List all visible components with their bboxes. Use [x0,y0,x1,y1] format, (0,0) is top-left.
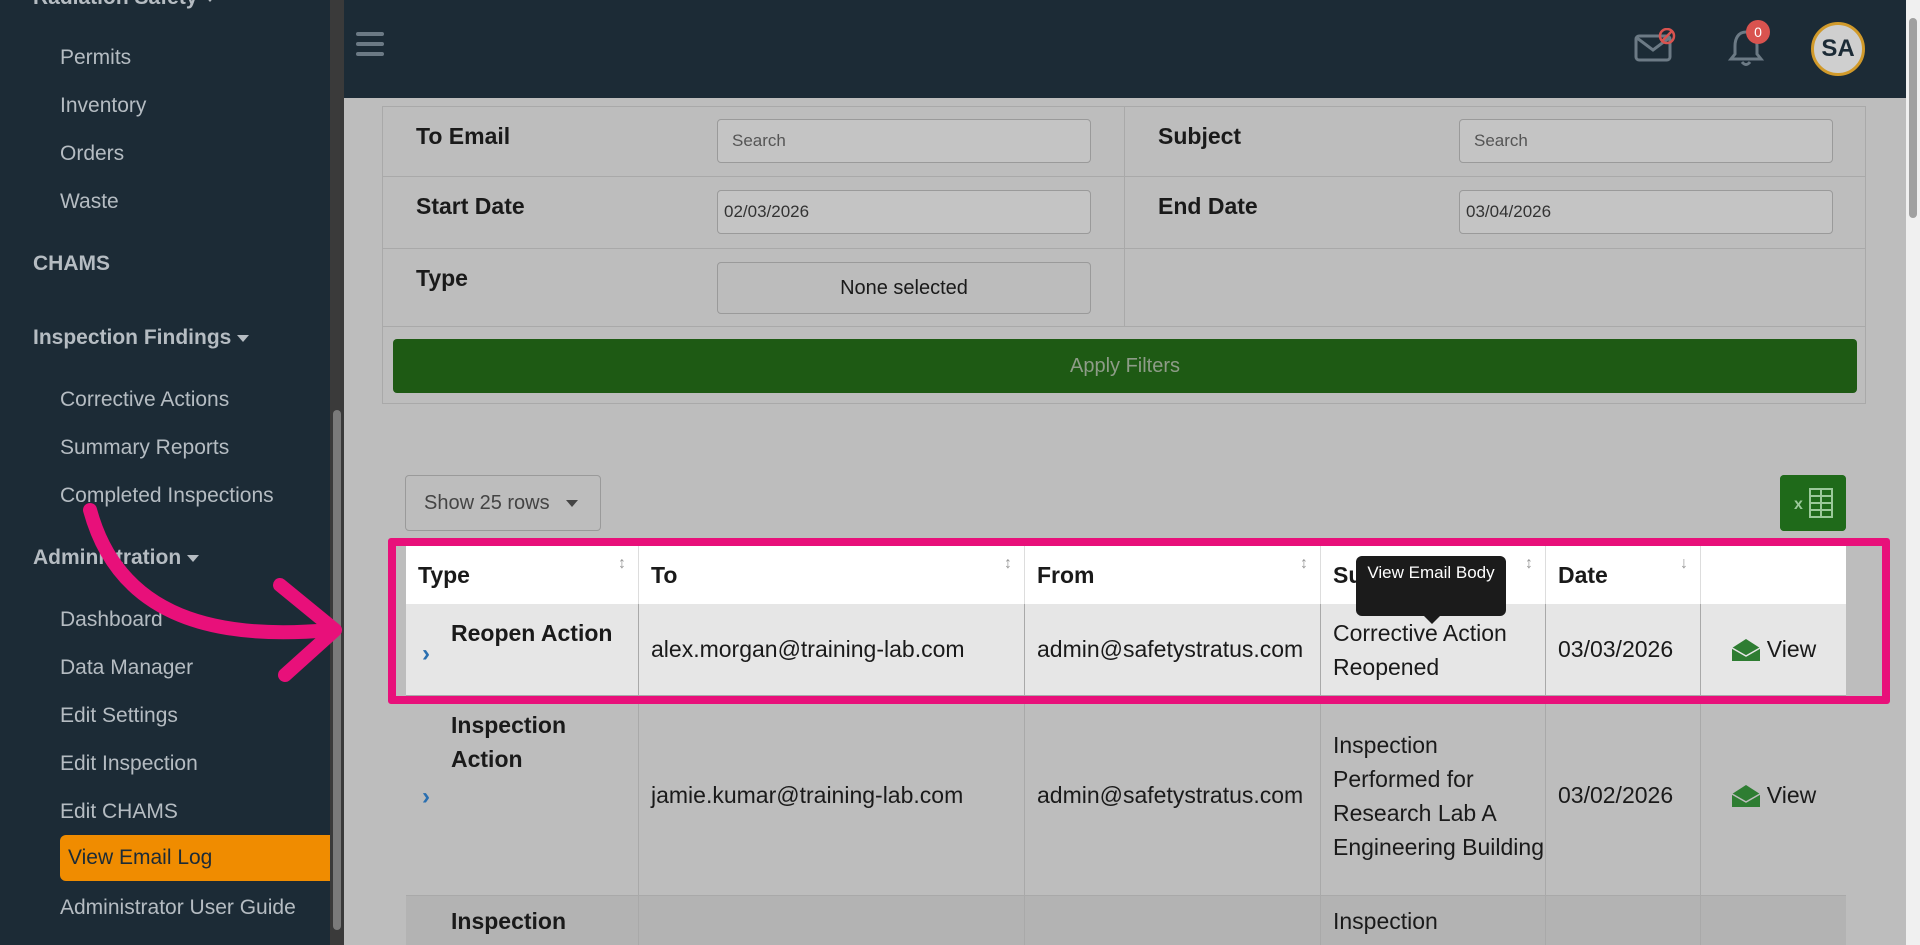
table-row[interactable]: › Inspection Action jamie.kumar@training-… [406,696,1846,896]
top-navbar: 0 SA [344,0,1906,98]
to-email-search-input[interactable]: Search [717,119,1091,163]
filter-column-divider [1124,107,1125,327]
subject-label: Subject [1158,123,1242,149]
page-scrollbar-thumb[interactable] [1909,18,1917,218]
cell-date: 03/02/2026 [1546,696,1701,895]
sidebar-item-inventory[interactable]: Inventory [60,94,146,118]
cell-type: Inspection [406,896,639,945]
subject-search-input[interactable]: Search [1459,119,1833,163]
type-multiselect[interactable]: None selected [717,262,1091,314]
cell-to: jamie.kumar@training-lab.com [639,696,1025,895]
rows-per-page-dropdown[interactable]: Show 25 rows [405,475,601,531]
envelope-open-icon [1731,784,1761,807]
sidebar: Radiation Safety Permits Inventory Order… [0,0,330,945]
cell-action [1701,896,1846,945]
filters-panel: To Email Search Subject Search Start Dat… [382,106,1866,404]
table-row[interactable]: Inspection Inspection [406,896,1846,945]
sidebar-item-edit-chams[interactable]: Edit CHAMS [60,800,178,824]
sidebar-section-radiation-safety[interactable]: Radiation Safety [33,0,216,10]
cell-date [1546,896,1701,945]
user-avatar[interactable]: SA [1811,22,1865,76]
sidebar-item-waste[interactable]: Waste [60,190,119,214]
sidebar-item-permits[interactable]: Permits [60,46,131,70]
cell-to [639,896,1025,945]
sidebar-section-inspection-findings[interactable]: Inspection Findings [33,326,250,350]
sidebar-item-view-email-log[interactable]: View Email Log [60,835,330,881]
start-date-input[interactable]: 02/03/2026 [717,190,1091,234]
page-scrollbar[interactable] [1906,0,1920,945]
cell-type: › Inspection Action [406,696,639,895]
start-date-label: Start Date [416,193,525,219]
end-date-input[interactable]: 03/04/2026 [1459,190,1833,234]
hamburger-menu-icon[interactable] [356,32,384,56]
cell-from [1025,896,1321,945]
svg-text:x: x [1794,496,1803,513]
main-content: To Email Search Subject Search Start Dat… [344,98,1906,945]
sidebar-item-summary-reports[interactable]: Summary Reports [60,436,229,460]
sidebar-item-edit-inspection[interactable]: Edit Inspection [60,752,198,776]
view-email-button[interactable]: View [1701,696,1846,895]
annotation-arrow-icon [83,503,342,682]
end-date-label: End Date [1158,193,1258,219]
mail-disabled-icon[interactable] [1634,28,1676,64]
export-excel-icon[interactable]: x [1780,475,1846,531]
sidebar-item-administrator-user-guide[interactable]: Administrator User Guide [60,896,296,920]
sidebar-item-corrective-actions[interactable]: Corrective Actions [60,388,229,412]
highlight-box [388,538,1890,704]
sidebar-item-chams[interactable]: CHAMS [33,252,110,276]
cell-from: admin@safetystratus.com [1025,696,1321,895]
sidebar-item-orders[interactable]: Orders [60,142,124,166]
to-email-label: To Email [416,123,511,149]
notification-count-badge: 0 [1746,20,1770,44]
sidebar-scrollbar[interactable] [330,0,344,945]
sidebar-item-edit-settings[interactable]: Edit Settings [60,704,178,728]
cell-subject: Inspection [1321,896,1546,945]
expand-row-chevron-icon[interactable]: › [422,780,430,814]
apply-filters-button[interactable]: Apply Filters [393,339,1857,393]
type-label: Type [416,265,468,291]
cell-subject: Inspection Performed for Research Lab A … [1321,696,1546,895]
